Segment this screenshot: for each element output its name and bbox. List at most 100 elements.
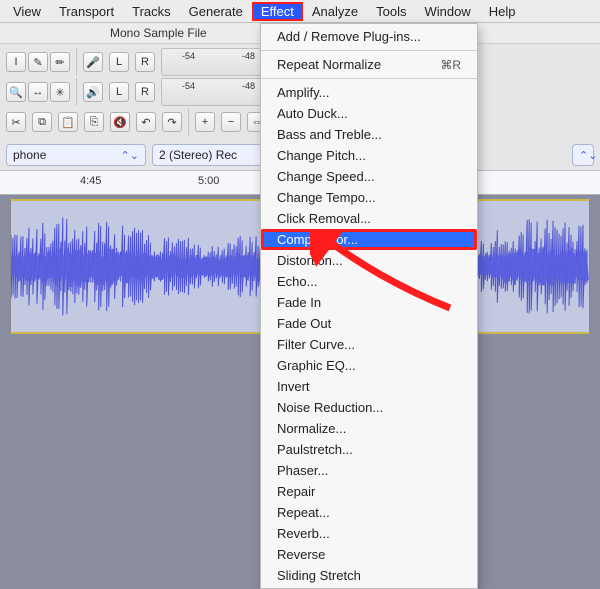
menu-item-repeat[interactable]: Repeat... — [261, 502, 477, 523]
play-l-icon[interactable]: L — [109, 82, 129, 102]
menu-item-label: Paulstretch... — [277, 442, 353, 457]
ruler-label: 4:45 — [80, 175, 101, 187]
silence-icon[interactable]: 🔇 — [110, 112, 130, 132]
menu-help[interactable]: Help — [480, 2, 525, 21]
cut-icon[interactable]: ✂ — [6, 112, 26, 132]
menu-item-label: Noise Reduction... — [277, 400, 383, 415]
envelope-tool-icon[interactable]: ✎ — [28, 52, 48, 72]
menu-item-label: Repeat Normalize — [277, 57, 381, 72]
menu-item-label: Reverse — [277, 547, 325, 562]
menu-item-shortcut: ⌘R — [440, 58, 461, 72]
menu-item-reverb[interactable]: Reverb... — [261, 523, 477, 544]
paste-icon[interactable]: 📋 — [58, 112, 78, 132]
zoom-in-icon[interactable]: + — [195, 112, 215, 132]
menu-item-label: Fade Out — [277, 316, 331, 331]
menu-item-change-tempo[interactable]: Change Tempo... — [261, 187, 477, 208]
menu-item-label: Distortion... — [277, 253, 343, 268]
menu-item-bass-and-treble[interactable]: Bass and Treble... — [261, 124, 477, 145]
menu-separator — [261, 50, 477, 51]
output-device-label: phone — [13, 148, 46, 162]
output-device-select[interactable]: phone ⌃⌄ — [6, 144, 146, 166]
multi-tool-icon[interactable]: ✳ — [50, 82, 70, 102]
timeshift-tool-icon[interactable]: ↔ — [28, 82, 48, 102]
menu-item-compressor[interactable]: Compressor... — [261, 229, 477, 250]
menu-item-label: Echo... — [277, 274, 317, 289]
menu-item-add-remove-plug-ins[interactable]: Add / Remove Plug-ins... — [261, 26, 477, 47]
undo-icon[interactable]: ↶ — [136, 112, 156, 132]
menu-item-normalize[interactable]: Normalize... — [261, 418, 477, 439]
menubar: ViewTransportTracksGenerateEffectAnalyze… — [0, 0, 600, 23]
menu-item-label: Phaser... — [277, 463, 328, 478]
menu-item-label: Change Pitch... — [277, 148, 366, 163]
menu-item-label: Invert — [277, 379, 310, 394]
chevron-updown-icon: ⌃⌄ — [121, 149, 139, 162]
menu-item-label: Change Speed... — [277, 169, 375, 184]
rec-l-icon[interactable]: L — [109, 52, 129, 72]
channels-select[interactable]: 2 (Stereo) Rec — [152, 144, 262, 166]
menu-item-label: Sliding Stretch — [277, 568, 361, 583]
menu-separator — [261, 78, 477, 79]
trim-icon[interactable]: ⎘ — [84, 112, 104, 132]
menu-item-paulstretch[interactable]: Paulstretch... — [261, 439, 477, 460]
menu-item-phaser[interactable]: Phaser... — [261, 460, 477, 481]
meter-tick: -54 — [182, 81, 195, 91]
menu-item-label: Compressor... — [277, 232, 358, 247]
menu-item-amplify[interactable]: Amplify... — [261, 82, 477, 103]
menu-item-repeat-normalize[interactable]: Repeat Normalize ⌘R — [261, 54, 477, 75]
chevron-updown-icon: ⌃⌄ — [579, 149, 597, 162]
menu-item-label: Filter Curve... — [277, 337, 355, 352]
rec-r-icon[interactable]: R — [135, 52, 155, 72]
aux-select[interactable]: ⌃⌄ — [572, 144, 594, 166]
menu-item-fade-out[interactable]: Fade Out — [261, 313, 477, 334]
mic-icon[interactable]: 🎤 — [83, 52, 103, 72]
menu-item-label: Fade In — [277, 295, 321, 310]
menu-tools[interactable]: Tools — [367, 2, 415, 21]
menu-transport[interactable]: Transport — [50, 2, 123, 21]
redo-icon[interactable]: ↷ — [162, 112, 182, 132]
menu-item-label: Add / Remove Plug-ins... — [277, 29, 421, 44]
menu-item-label: Repair — [277, 484, 315, 499]
play-r-icon[interactable]: R — [135, 82, 155, 102]
menu-item-change-speed[interactable]: Change Speed... — [261, 166, 477, 187]
copy-icon[interactable]: ⧉ — [32, 112, 52, 132]
menu-item-distortion[interactable]: Distortion... — [261, 250, 477, 271]
menu-item-invert[interactable]: Invert — [261, 376, 477, 397]
menu-item-label: Reverb... — [277, 526, 330, 541]
draw-tool-icon[interactable]: ✏ — [50, 52, 70, 72]
menu-view[interactable]: View — [4, 2, 50, 21]
meter-tick: -54 — [182, 51, 195, 61]
speaker-icon[interactable]: 🔊 — [83, 82, 103, 102]
menu-item-fade-in[interactable]: Fade In — [261, 292, 477, 313]
zoom-tool-icon[interactable]: 🔍 — [6, 82, 26, 102]
zoom-out-icon[interactable]: − — [221, 112, 241, 132]
menu-item-label: Graphic EQ... — [277, 358, 356, 373]
menu-tracks[interactable]: Tracks — [123, 2, 180, 21]
menu-window[interactable]: Window — [415, 2, 479, 21]
menu-item-label: Repeat... — [277, 505, 330, 520]
channels-label: 2 (Stereo) Rec — [159, 148, 237, 162]
menu-item-change-pitch[interactable]: Change Pitch... — [261, 145, 477, 166]
menu-item-label: Amplify... — [277, 85, 330, 100]
menu-item-label: Bass and Treble... — [277, 127, 382, 142]
menu-item-filter-curve[interactable]: Filter Curve... — [261, 334, 477, 355]
menu-item-label: Auto Duck... — [277, 106, 348, 121]
meter-tick: -48 — [242, 51, 255, 61]
menu-item-click-removal[interactable]: Click Removal... — [261, 208, 477, 229]
selection-tool-icon[interactable]: I — [6, 52, 26, 72]
menu-item-graphic-eq[interactable]: Graphic EQ... — [261, 355, 477, 376]
menu-item-auto-duck[interactable]: Auto Duck... — [261, 103, 477, 124]
menu-item-label: Normalize... — [277, 421, 346, 436]
effect-menu-dropdown: Add / Remove Plug-ins... Repeat Normalize… — [260, 23, 478, 589]
menu-effect[interactable]: Effect — [252, 2, 303, 21]
ruler-label: 5:00 — [198, 175, 219, 187]
menu-item-reverse[interactable]: Reverse — [261, 544, 477, 565]
menu-item-sliding-stretch[interactable]: Sliding Stretch — [261, 565, 477, 586]
menu-item-repair[interactable]: Repair — [261, 481, 477, 502]
menu-analyze[interactable]: Analyze — [303, 2, 367, 21]
menu-item-label: Change Tempo... — [277, 190, 376, 205]
menu-item-noise-reduction[interactable]: Noise Reduction... — [261, 397, 477, 418]
menu-item-label: Click Removal... — [277, 211, 371, 226]
menu-item-echo[interactable]: Echo... — [261, 271, 477, 292]
menu-generate[interactable]: Generate — [180, 2, 252, 21]
meter-tick: -48 — [242, 81, 255, 91]
